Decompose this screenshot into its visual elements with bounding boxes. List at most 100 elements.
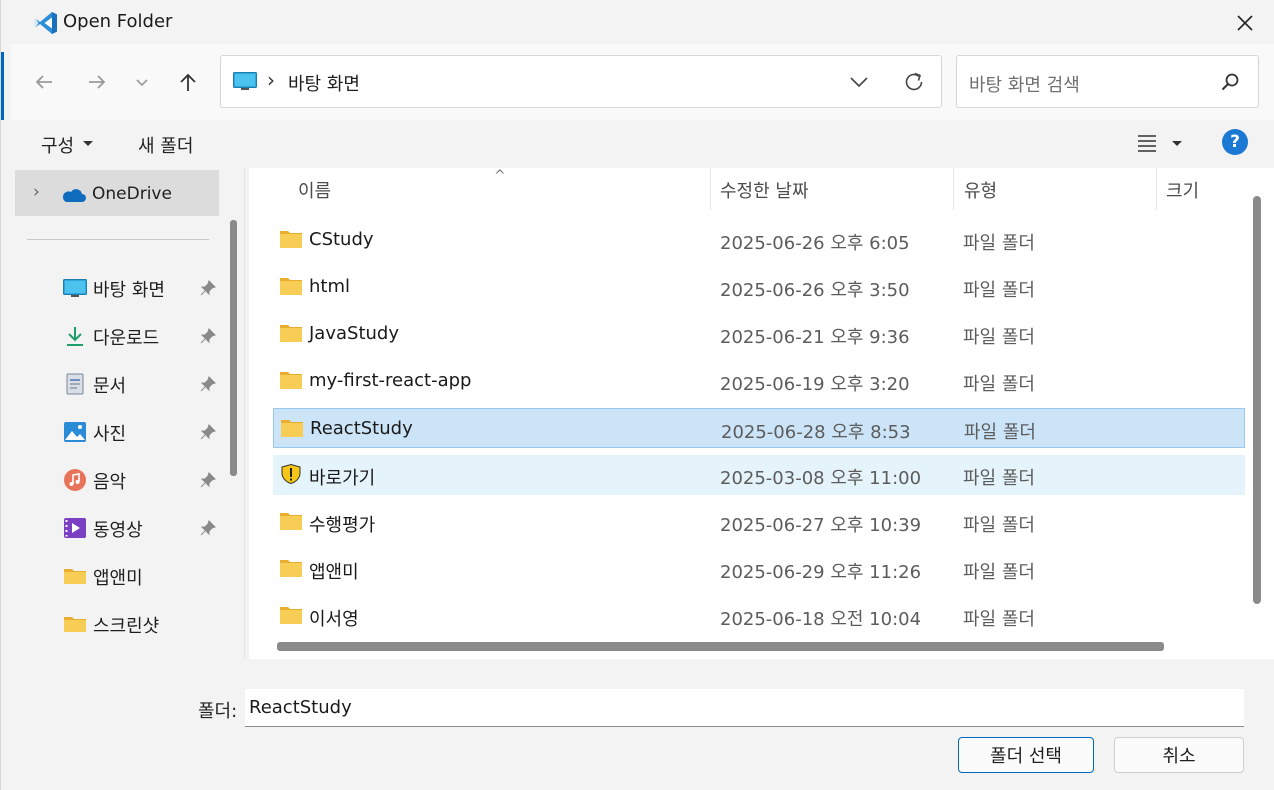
folder-icon [64,617,86,632]
file-row[interactable]: 앱앤미 2025-06-29 오후 11:26 파일 폴더 [273,549,1245,589]
organize-menu-button[interactable]: 구성 [41,132,74,158]
file-row[interactable]: my-first-react-app 2025-06-19 오후 3:20 파일 폴… [273,361,1245,401]
column-header-size[interactable]: 크기 [1166,168,1199,210]
file-row[interactable]: JavaStudy 2025-06-21 오후 9:36 파일 폴더 [273,314,1245,354]
nav-divider [27,239,209,240]
cancel-button[interactable]: 취소 [1114,737,1244,773]
file-list-horizontal-scrollbar[interactable] [277,642,1164,651]
column-separator[interactable] [710,168,711,210]
organize-caret-icon[interactable] [83,141,93,146]
address-dropdown-chevron-icon[interactable] [846,69,872,95]
file-name: html [309,276,351,297]
column-separator[interactable] [953,168,954,210]
view-options-icon[interactable] [1137,132,1157,152]
pin-icon[interactable] [199,375,217,393]
folder-icon [279,276,303,296]
file-type: 파일 폴더 [963,327,1035,348]
file-name: 바로가기 [309,468,376,489]
recent-locations-chevron-icon[interactable] [125,66,159,98]
back-arrow-icon[interactable] [27,66,61,98]
search-box[interactable]: 바탕 화면 검색 [956,55,1259,108]
file-modified-date: 2025-03-08 오후 11:00 [720,468,922,489]
file-type: 파일 폴더 [963,562,1035,583]
folder-icon [279,558,303,578]
up-arrow-icon[interactable] [171,66,205,98]
file-row[interactable]: 수행평가 2025-06-27 오후 10:39 파일 폴더 [273,502,1245,542]
download-icon [67,327,83,346]
file-modified-date: 2025-06-26 오후 6:05 [720,233,910,254]
file-modified-date: 2025-06-29 오후 11:26 [720,562,922,583]
nav-item-pictures[interactable]: 사진 [11,412,225,452]
command-bar: 구성 새 폴더 ? [11,120,1274,168]
videos-icon [64,518,86,538]
navigation-pane: › OneDrive 바탕 화면 다운로드 문서 사진 음악 동영상 앱앤미 스… [11,168,245,659]
file-name: my-first-react-app [309,370,472,391]
file-list-vertical-scrollbar[interactable] [1253,196,1261,604]
refresh-icon[interactable] [901,69,927,95]
file-name: JavaStudy [309,323,399,344]
music-icon [64,469,86,491]
file-type: 파일 폴더 [963,515,1035,536]
nav-item-label: 다운로드 [93,328,160,349]
search-icon[interactable] [1220,72,1240,92]
onedrive-cloud-icon [62,189,86,202]
forward-arrow-icon[interactable] [80,66,114,98]
dialog-footer: 폴더: 폴더 선택 취소 [11,659,1274,790]
desktop-icon [233,72,257,90]
view-options-caret-icon[interactable] [1172,141,1182,146]
file-type: 파일 폴더 [964,422,1036,443]
nav-item-downloads[interactable]: 다운로드 [11,316,225,356]
nav-pane-scrollbar[interactable] [230,220,237,476]
column-header-name[interactable]: 이름 [298,168,331,210]
file-name: ReactStudy [310,418,413,439]
pin-icon[interactable] [199,279,217,297]
new-folder-button[interactable]: 새 폴더 [138,132,193,158]
nav-item-screenshots[interactable]: 스크린샷 [11,604,225,644]
file-row[interactable]: ReactStudy 2025-06-28 오후 8:53 파일 폴더 [273,408,1245,448]
navigation-bar: › 바탕 화면 바탕 화면 검색 [11,44,1274,120]
file-row[interactable]: 이서영 2025-06-18 오전 10:04 파일 폴더 [273,596,1245,636]
breadcrumb-location[interactable]: 바탕 화면 [288,70,360,96]
help-icon[interactable]: ? [1222,129,1248,155]
folder-name-input[interactable] [245,689,1244,727]
address-bar[interactable]: › 바탕 화면 [220,55,942,108]
file-modified-date: 2025-06-19 오후 3:20 [720,374,910,395]
search-placeholder: 바탕 화면 검색 [969,75,1080,96]
pin-icon[interactable] [199,327,217,345]
file-modified-date: 2025-06-28 오후 8:53 [721,422,911,443]
file-row[interactable]: html 2025-06-26 오후 3:50 파일 폴더 [273,267,1245,307]
select-folder-button[interactable]: 폴더 선택 [958,737,1094,773]
pin-icon[interactable] [199,471,217,489]
folder-icon [279,511,303,531]
file-modified-date: 2025-06-18 오전 10:04 [720,609,922,630]
close-icon[interactable] [1231,10,1259,36]
nav-item-music[interactable]: 음악 [11,460,225,500]
file-type: 파일 폴더 [963,233,1035,254]
desktop-icon [63,279,87,297]
file-type: 파일 폴더 [963,374,1035,395]
pin-icon[interactable] [199,519,217,537]
nav-item-videos[interactable]: 동영상 [11,508,225,548]
pin-icon[interactable] [199,423,217,441]
nav-item-label: 문서 [93,376,127,397]
file-modified-date: 2025-06-26 오후 3:50 [720,280,910,301]
column-header-date[interactable]: 수정한 날짜 [720,168,809,210]
shield-warning-icon [279,463,303,485]
nav-item-appnme[interactable]: 앱앤미 [11,556,225,596]
column-header-type[interactable]: 유형 [964,168,997,210]
file-name: 이서영 [309,609,359,630]
nav-item-documents[interactable]: 문서 [11,364,225,404]
column-separator[interactable] [1156,168,1157,210]
open-folder-dialog: Open Folder › 바탕 화면 바탕 화면 검색 구성 새 폴더 ? ›… [0,0,1274,790]
nav-item-label: 스크린샷 [93,616,160,637]
file-modified-date: 2025-06-21 오후 9:36 [720,327,910,348]
nav-item-onedrive[interactable]: › OneDrive [15,170,219,216]
file-name: 앱앤미 [309,562,359,583]
file-row[interactable]: CStudy 2025-06-26 오후 6:05 파일 폴더 [273,220,1245,260]
window-accent-bar [1,52,4,120]
nav-item-desktop[interactable]: 바탕 화면 [11,268,225,308]
folder-name-label: 폴더: [198,701,238,722]
file-type: 파일 폴더 [963,280,1035,301]
expand-chevron-icon[interactable]: › [33,182,40,202]
file-row[interactable]: 바로가기 2025-03-08 오후 11:00 파일 폴더 [273,455,1245,495]
